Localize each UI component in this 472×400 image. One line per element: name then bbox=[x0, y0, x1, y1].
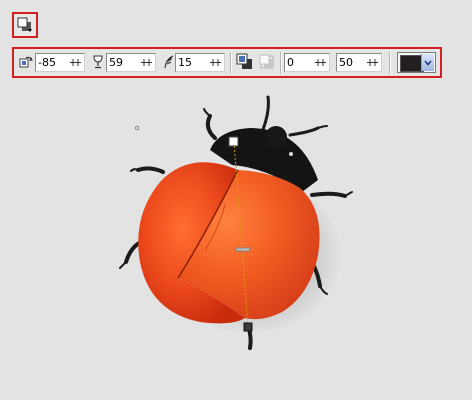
blend-tool-button[interactable] bbox=[12, 12, 38, 38]
rotate-layer-icon bbox=[19, 56, 33, 68]
offset-field[interactable] bbox=[284, 53, 330, 72]
shadow-color-picker[interactable] bbox=[397, 52, 436, 73]
scrub-slider-icon[interactable] bbox=[209, 56, 222, 69]
canvas-artwork[interactable] bbox=[100, 88, 380, 358]
softness-input[interactable] bbox=[176, 54, 212, 71]
options-bar bbox=[12, 47, 442, 78]
chevron-down-icon bbox=[424, 59, 432, 66]
size-input[interactable] bbox=[337, 54, 370, 71]
blend-tool-icon bbox=[17, 17, 32, 32]
offset-input[interactable] bbox=[285, 54, 318, 71]
scrub-slider-icon[interactable] bbox=[140, 56, 153, 69]
separator bbox=[389, 52, 391, 74]
gradient-midpoint-handle[interactable] bbox=[235, 247, 251, 252]
color-dropdown-button[interactable] bbox=[421, 54, 434, 71]
scrub-slider-icon[interactable] bbox=[366, 56, 379, 69]
gradient-start-handle[interactable] bbox=[228, 136, 239, 147]
rotation-field[interactable] bbox=[35, 53, 85, 72]
scrub-slider-icon[interactable] bbox=[69, 56, 82, 69]
separator bbox=[230, 52, 232, 74]
inner-shadow-icon[interactable] bbox=[258, 53, 276, 71]
scrub-slider-icon[interactable] bbox=[314, 56, 327, 69]
opacity-field[interactable] bbox=[106, 53, 156, 72]
softness-field[interactable] bbox=[175, 53, 225, 72]
feather-icon bbox=[164, 55, 174, 69]
canvas-point-marker bbox=[134, 125, 140, 131]
size-field[interactable] bbox=[336, 53, 382, 72]
opacity-input[interactable] bbox=[107, 54, 143, 71]
separator bbox=[280, 52, 282, 74]
gradient-end-handle[interactable] bbox=[243, 322, 253, 332]
wineglass-opacity-icon bbox=[93, 55, 103, 69]
drop-shadow-icon[interactable] bbox=[236, 53, 254, 71]
rotation-input[interactable] bbox=[36, 54, 72, 71]
